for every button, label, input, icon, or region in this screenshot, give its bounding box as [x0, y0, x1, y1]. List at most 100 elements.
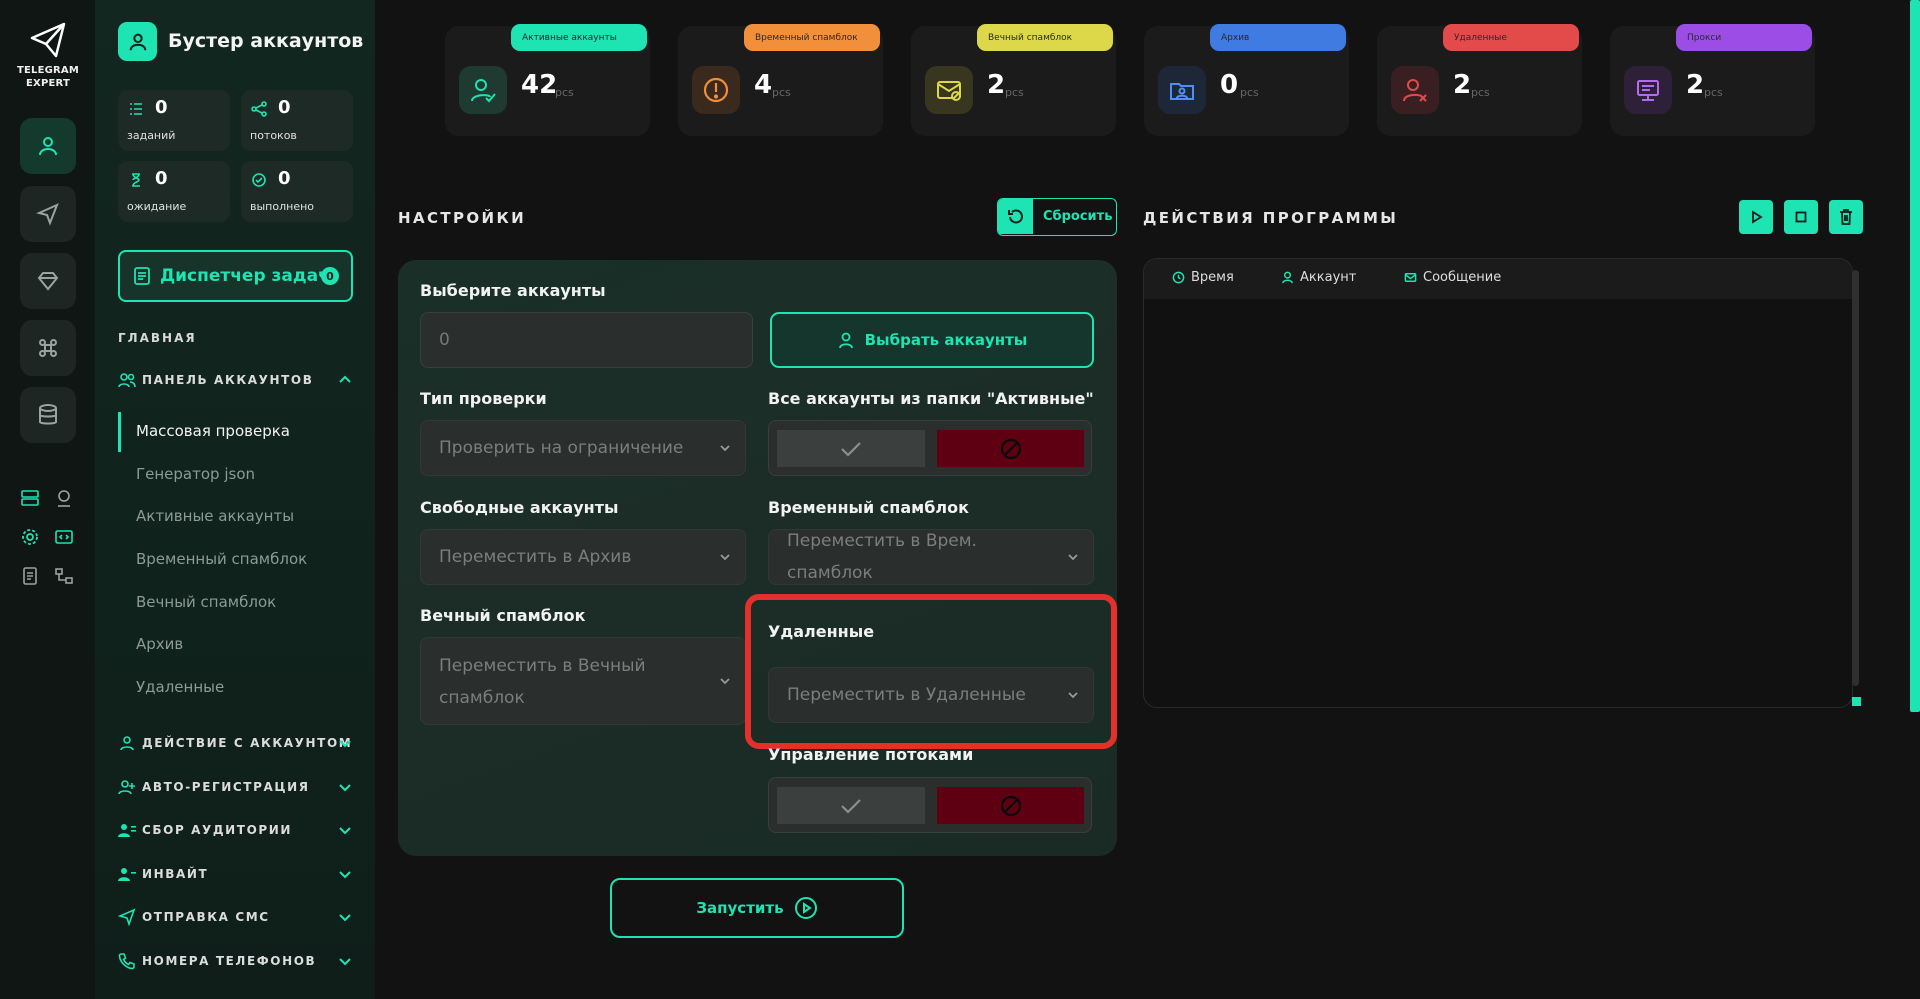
nav-temp-spamblock[interactable]: Временный спамблок: [136, 550, 307, 568]
free-accounts-select[interactable]: Переместить в Архив: [420, 529, 746, 585]
nav-active-accounts[interactable]: Активные аккаунты: [136, 507, 294, 525]
nav-perm-spamblock[interactable]: Вечный спамблок: [136, 593, 276, 611]
group-label: НОМЕРА ТЕЛЕФОНОВ: [142, 954, 317, 968]
server-list-icon[interactable]: [19, 487, 41, 509]
chevron-down-icon: [720, 554, 730, 561]
rail-database-button[interactable]: [20, 387, 76, 443]
check-type-select[interactable]: Проверить на ограничение: [420, 420, 746, 476]
log-col-account[interactable]: Аккаунт: [1281, 270, 1356, 285]
stat-value: 0: [278, 97, 291, 118]
category-card-temp-spamblock[interactable]: Временный спамблок 4 pcs: [678, 24, 883, 136]
group-send-sms[interactable]: ОТПРАВКА СМС: [118, 906, 353, 928]
log-stop-button[interactable]: [1784, 200, 1818, 234]
stat-waiting: 0 ожидание: [118, 161, 230, 222]
category-card-proxy[interactable]: Прокси 2 pcs: [1610, 24, 1815, 136]
group-account-panel[interactable]: ПАНЕЛЬ АККАУНТОВ: [118, 369, 353, 391]
nav-mass-check[interactable]: Массовая проверка: [136, 422, 290, 440]
stat-threads: 0 потоков: [241, 90, 353, 151]
rail-accounts-button[interactable]: [20, 118, 76, 174]
rail-send-button[interactable]: [20, 186, 76, 242]
toggle-on-button[interactable]: [777, 787, 925, 824]
location-user-icon[interactable]: [53, 487, 75, 509]
threads-label: Управление потоками: [768, 745, 974, 764]
category-card-perm-spamblock[interactable]: Вечный спамблок 2 pcs: [911, 24, 1116, 136]
select-accounts-input[interactable]: 0: [420, 312, 753, 368]
category-card-active[interactable]: Активные аккаунты 42 pcs: [445, 24, 650, 136]
rail-command-button[interactable]: [20, 320, 76, 376]
document-icon[interactable]: [19, 565, 41, 587]
chevron-down-icon: [720, 445, 730, 452]
stat-label: выполнено: [250, 200, 315, 213]
nav-deleted[interactable]: Удаленные: [136, 678, 224, 696]
log-col-time[interactable]: Время: [1172, 270, 1234, 285]
logo-line2: EXPERT: [26, 78, 70, 89]
nav-archive[interactable]: Архив: [136, 635, 183, 653]
user-x-icon: [1391, 66, 1439, 114]
nav-json-generator[interactable]: Генератор json: [136, 465, 255, 483]
mail-block-icon: [925, 66, 973, 114]
category-card-deleted[interactable]: Удаленные 2 pcs: [1377, 24, 1582, 136]
play-icon: [1752, 210, 1763, 224]
perm-spamblock-select[interactable]: Переместить в Вечный спамблок: [420, 637, 746, 725]
all-active-toggle: [768, 420, 1092, 476]
run-button[interactable]: Запустить: [610, 878, 904, 938]
command-icon: [39, 339, 57, 357]
reset-button[interactable]: Сбросить: [997, 198, 1117, 236]
group-account-actions[interactable]: ДЕЙСТВИЕ С АККАУНТОМ: [118, 732, 353, 754]
group-auto-registration[interactable]: АВТО-РЕГИСТРАЦИЯ: [118, 776, 353, 798]
chevron-down-icon: [339, 914, 351, 922]
settings-gear-icon[interactable]: [19, 526, 41, 548]
stop-icon: [1795, 211, 1807, 223]
chevron-down-icon: [339, 827, 351, 835]
check-icon: [841, 441, 861, 457]
group-label: ДЕЙСТВИЕ С АККАУНТОМ: [142, 736, 353, 750]
task-manager-button[interactable]: Диспетчер задач 0: [118, 250, 353, 302]
block-icon: [1000, 795, 1021, 816]
category-card-archive[interactable]: Архив 0 pcs: [1144, 24, 1349, 136]
network-icon[interactable]: [53, 565, 75, 587]
group-audience-collection[interactable]: СБОР АУДИТОРИИ: [118, 819, 353, 841]
user-plus-icon: [118, 780, 135, 795]
perm-spamblock-label: Вечный спамблок: [420, 606, 586, 625]
active-indicator: [118, 412, 121, 452]
temp-spamblock-select[interactable]: Переместить в Врем. спамблок: [768, 529, 1094, 585]
group-invite[interactable]: ИНВАЙТ: [118, 863, 353, 885]
log-col-message[interactable]: Сообщение: [1404, 270, 1501, 285]
chevron-down-icon: [339, 740, 351, 748]
log-clear-button[interactable]: [1829, 200, 1863, 234]
log-scrollbar[interactable]: [1852, 270, 1859, 686]
stat-label: заданий: [127, 129, 176, 142]
rail-diamond-button[interactable]: [20, 253, 76, 309]
archive-folder-icon: [1158, 66, 1206, 114]
free-accounts-label: Свободные аккаунты: [420, 498, 619, 517]
highlight-frame: [745, 594, 1117, 749]
toggle-off-button[interactable]: [937, 430, 1084, 467]
clock-icon: [1172, 271, 1185, 284]
reset-label: Сбросить: [1043, 209, 1113, 224]
log-col-label: Аккаунт: [1300, 270, 1357, 285]
log-title: ДЕЙСТВИЯ ПРОГРАММЫ: [1143, 209, 1399, 227]
group-phone-numbers[interactable]: НОМЕРА ТЕЛЕФОНОВ: [118, 950, 353, 972]
category-unit: pcs: [1471, 86, 1490, 99]
stat-tasks: 0 заданий: [118, 90, 230, 151]
diamond-icon: [37, 272, 59, 291]
group-label: ОТПРАВКА СМС: [142, 910, 270, 924]
log-play-button[interactable]: [1739, 200, 1773, 234]
stat-value: 0: [278, 168, 291, 189]
icon-rail: TELEGRAM EXPERT: [0, 0, 95, 999]
toggle-off-button[interactable]: [937, 787, 1084, 824]
log-resize-handle[interactable]: [1852, 697, 1861, 706]
mail-icon: [1404, 273, 1417, 282]
sidebar-title: Бустер аккаунтов: [168, 30, 364, 52]
page-scrollbar[interactable]: [1910, 0, 1920, 712]
task-list-icon: [134, 267, 150, 285]
stat-done: 0 выполнено: [241, 161, 353, 222]
stat-value: 0: [155, 97, 168, 118]
category-tag: Архив: [1210, 24, 1346, 51]
perm-spamblock-value: Переместить в Вечный спамблок: [439, 656, 646, 708]
code-window-icon[interactable]: [53, 526, 75, 548]
category-unit: pcs: [1704, 86, 1723, 99]
select-accounts-button[interactable]: Выбрать аккаунты: [770, 312, 1094, 368]
category-tag: Активные аккаунты: [511, 24, 647, 51]
toggle-on-button[interactable]: [777, 430, 925, 467]
